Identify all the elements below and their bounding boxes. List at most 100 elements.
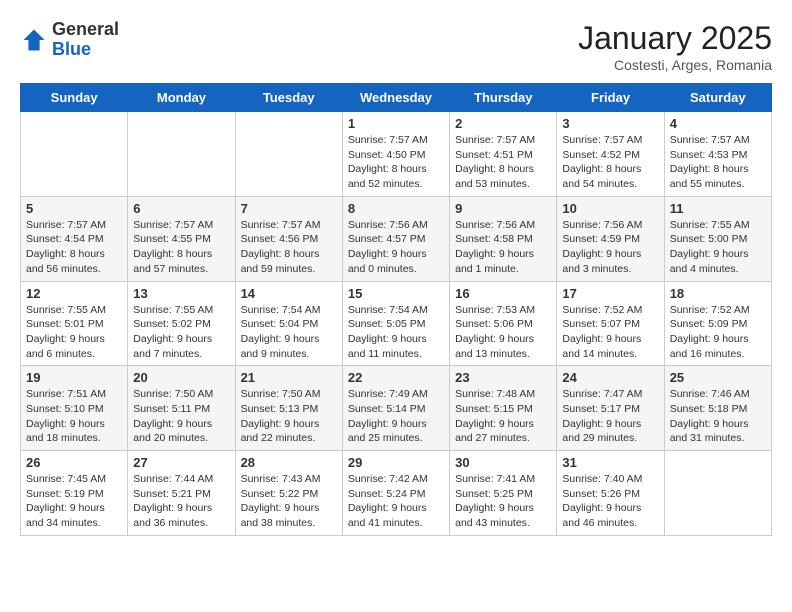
calendar-body: 1 Sunrise: 7:57 AM Sunset: 4:50 PM Daylig… bbox=[21, 112, 772, 536]
day-number: 2 bbox=[455, 116, 551, 131]
calendar-week-5: 26 Sunrise: 7:45 AM Sunset: 5:19 PM Dayli… bbox=[21, 451, 772, 536]
calendar-cell: 7 Sunrise: 7:57 AM Sunset: 4:56 PM Daylig… bbox=[235, 196, 342, 281]
title-area: January 2025 Costesti, Arges, Romania bbox=[578, 20, 772, 73]
calendar-cell bbox=[235, 112, 342, 197]
day-number: 6 bbox=[133, 201, 229, 216]
day-info: Sunrise: 7:54 AM Sunset: 5:05 PM Dayligh… bbox=[348, 303, 444, 362]
calendar-cell: 22 Sunrise: 7:49 AM Sunset: 5:14 PM Dayli… bbox=[342, 366, 449, 451]
calendar-cell: 10Sunrise: 7:56 AM Sunset: 4:59 PM Dayli… bbox=[557, 196, 664, 281]
day-number: 8 bbox=[348, 201, 444, 216]
day-number: 20 bbox=[133, 370, 229, 385]
calendar-cell: 20 Sunrise: 7:50 AM Sunset: 5:11 PM Dayli… bbox=[128, 366, 235, 451]
day-number: 1 bbox=[348, 116, 444, 131]
day-info: Sunrise: 7:52 AM Sunset: 5:07 PM Dayligh… bbox=[562, 303, 658, 362]
day-info: Sunrise: 7:55 AM Sunset: 5:00 PM Dayligh… bbox=[670, 218, 766, 277]
weekday-header-monday: Monday bbox=[128, 84, 235, 112]
calendar-cell: 27Sunrise: 7:44 AM Sunset: 5:21 PM Dayli… bbox=[128, 451, 235, 536]
calendar-week-3: 12 Sunrise: 7:55 AM Sunset: 5:01 PM Dayli… bbox=[21, 281, 772, 366]
logo: General Blue bbox=[20, 20, 119, 60]
day-info: Sunrise: 7:41 AM Sunset: 5:25 PM Dayligh… bbox=[455, 472, 551, 531]
day-number: 23 bbox=[455, 370, 551, 385]
day-info: Sunrise: 7:56 AM Sunset: 4:58 PM Dayligh… bbox=[455, 218, 551, 277]
calendar-week-4: 19Sunrise: 7:51 AM Sunset: 5:10 PM Dayli… bbox=[21, 366, 772, 451]
day-info: Sunrise: 7:57 AM Sunset: 4:55 PM Dayligh… bbox=[133, 218, 229, 277]
logo-icon bbox=[20, 26, 48, 54]
day-info: Sunrise: 7:55 AM Sunset: 5:02 PM Dayligh… bbox=[133, 303, 229, 362]
day-info: Sunrise: 7:57 AM Sunset: 4:56 PM Dayligh… bbox=[241, 218, 337, 277]
calendar-cell: 3Sunrise: 7:57 AM Sunset: 4:52 PM Daylig… bbox=[557, 112, 664, 197]
day-number: 31 bbox=[562, 455, 658, 470]
calendar-cell: 1 Sunrise: 7:57 AM Sunset: 4:50 PM Daylig… bbox=[342, 112, 449, 197]
calendar-cell: 5Sunrise: 7:57 AM Sunset: 4:54 PM Daylig… bbox=[21, 196, 128, 281]
calendar-cell: 18Sunrise: 7:52 AM Sunset: 5:09 PM Dayli… bbox=[664, 281, 771, 366]
day-number: 5 bbox=[26, 201, 122, 216]
weekday-header-friday: Friday bbox=[557, 84, 664, 112]
day-number: 25 bbox=[670, 370, 766, 385]
day-number: 19 bbox=[26, 370, 122, 385]
calendar-cell: 26 Sunrise: 7:45 AM Sunset: 5:19 PM Dayli… bbox=[21, 451, 128, 536]
calendar-header: SundayMondayTuesdayWednesdayThursdayFrid… bbox=[21, 84, 772, 112]
day-number: 9 bbox=[455, 201, 551, 216]
day-info: Sunrise: 7:55 AM Sunset: 5:01 PM Dayligh… bbox=[26, 303, 122, 362]
day-number: 14 bbox=[241, 286, 337, 301]
logo-text: General Blue bbox=[52, 20, 119, 60]
weekday-header-saturday: Saturday bbox=[664, 84, 771, 112]
day-number: 11 bbox=[670, 201, 766, 216]
day-info: Sunrise: 7:40 AM Sunset: 5:26 PM Dayligh… bbox=[562, 472, 658, 531]
day-info: Sunrise: 7:56 AM Sunset: 4:57 PM Dayligh… bbox=[348, 218, 444, 277]
calendar: SundayMondayTuesdayWednesdayThursdayFrid… bbox=[20, 83, 772, 536]
weekday-header-row: SundayMondayTuesdayWednesdayThursdayFrid… bbox=[21, 84, 772, 112]
day-info: Sunrise: 7:45 AM Sunset: 5:19 PM Dayligh… bbox=[26, 472, 122, 531]
weekday-header-thursday: Thursday bbox=[450, 84, 557, 112]
day-info: Sunrise: 7:50 AM Sunset: 5:13 PM Dayligh… bbox=[241, 387, 337, 446]
day-number: 22 bbox=[348, 370, 444, 385]
calendar-cell: 4 Sunrise: 7:57 AM Sunset: 4:53 PM Daylig… bbox=[664, 112, 771, 197]
location-subtitle: Costesti, Arges, Romania bbox=[578, 57, 772, 73]
calendar-cell: 11 Sunrise: 7:55 AM Sunset: 5:00 PM Dayli… bbox=[664, 196, 771, 281]
calendar-cell: 29 Sunrise: 7:42 AM Sunset: 5:24 PM Dayli… bbox=[342, 451, 449, 536]
day-info: Sunrise: 7:56 AM Sunset: 4:59 PM Dayligh… bbox=[562, 218, 658, 277]
day-number: 7 bbox=[241, 201, 337, 216]
calendar-week-1: 1 Sunrise: 7:57 AM Sunset: 4:50 PM Daylig… bbox=[21, 112, 772, 197]
day-number: 12 bbox=[26, 286, 122, 301]
calendar-cell: 12 Sunrise: 7:55 AM Sunset: 5:01 PM Dayli… bbox=[21, 281, 128, 366]
day-info: Sunrise: 7:49 AM Sunset: 5:14 PM Dayligh… bbox=[348, 387, 444, 446]
calendar-cell: 2 Sunrise: 7:57 AM Sunset: 4:51 PM Daylig… bbox=[450, 112, 557, 197]
calendar-cell bbox=[21, 112, 128, 197]
day-info: Sunrise: 7:54 AM Sunset: 5:04 PM Dayligh… bbox=[241, 303, 337, 362]
calendar-cell: 14 Sunrise: 7:54 AM Sunset: 5:04 PM Dayli… bbox=[235, 281, 342, 366]
calendar-cell: 6 Sunrise: 7:57 AM Sunset: 4:55 PM Daylig… bbox=[128, 196, 235, 281]
calendar-cell: 19Sunrise: 7:51 AM Sunset: 5:10 PM Dayli… bbox=[21, 366, 128, 451]
calendar-cell: 15 Sunrise: 7:54 AM Sunset: 5:05 PM Dayli… bbox=[342, 281, 449, 366]
day-info: Sunrise: 7:46 AM Sunset: 5:18 PM Dayligh… bbox=[670, 387, 766, 446]
day-number: 13 bbox=[133, 286, 229, 301]
day-info: Sunrise: 7:53 AM Sunset: 5:06 PM Dayligh… bbox=[455, 303, 551, 362]
calendar-cell: 16 Sunrise: 7:53 AM Sunset: 5:06 PM Dayli… bbox=[450, 281, 557, 366]
day-number: 16 bbox=[455, 286, 551, 301]
day-number: 26 bbox=[26, 455, 122, 470]
weekday-header-tuesday: Tuesday bbox=[235, 84, 342, 112]
logo-general-text: General bbox=[52, 20, 119, 40]
month-title: January 2025 bbox=[578, 20, 772, 57]
calendar-cell: 9 Sunrise: 7:56 AM Sunset: 4:58 PM Daylig… bbox=[450, 196, 557, 281]
calendar-cell: 30Sunrise: 7:41 AM Sunset: 5:25 PM Dayli… bbox=[450, 451, 557, 536]
day-number: 29 bbox=[348, 455, 444, 470]
calendar-cell: 17Sunrise: 7:52 AM Sunset: 5:07 PM Dayli… bbox=[557, 281, 664, 366]
day-info: Sunrise: 7:57 AM Sunset: 4:50 PM Dayligh… bbox=[348, 133, 444, 192]
day-info: Sunrise: 7:57 AM Sunset: 4:53 PM Dayligh… bbox=[670, 133, 766, 192]
day-info: Sunrise: 7:50 AM Sunset: 5:11 PM Dayligh… bbox=[133, 387, 229, 446]
day-number: 15 bbox=[348, 286, 444, 301]
logo-blue-text: Blue bbox=[52, 40, 119, 60]
day-number: 3 bbox=[562, 116, 658, 131]
day-info: Sunrise: 7:57 AM Sunset: 4:51 PM Dayligh… bbox=[455, 133, 551, 192]
weekday-header-wednesday: Wednesday bbox=[342, 84, 449, 112]
calendar-cell bbox=[664, 451, 771, 536]
day-info: Sunrise: 7:47 AM Sunset: 5:17 PM Dayligh… bbox=[562, 387, 658, 446]
calendar-cell: 28Sunrise: 7:43 AM Sunset: 5:22 PM Dayli… bbox=[235, 451, 342, 536]
day-info: Sunrise: 7:48 AM Sunset: 5:15 PM Dayligh… bbox=[455, 387, 551, 446]
day-number: 27 bbox=[133, 455, 229, 470]
day-number: 18 bbox=[670, 286, 766, 301]
day-number: 4 bbox=[670, 116, 766, 131]
day-info: Sunrise: 7:42 AM Sunset: 5:24 PM Dayligh… bbox=[348, 472, 444, 531]
calendar-cell: 13 Sunrise: 7:55 AM Sunset: 5:02 PM Dayli… bbox=[128, 281, 235, 366]
